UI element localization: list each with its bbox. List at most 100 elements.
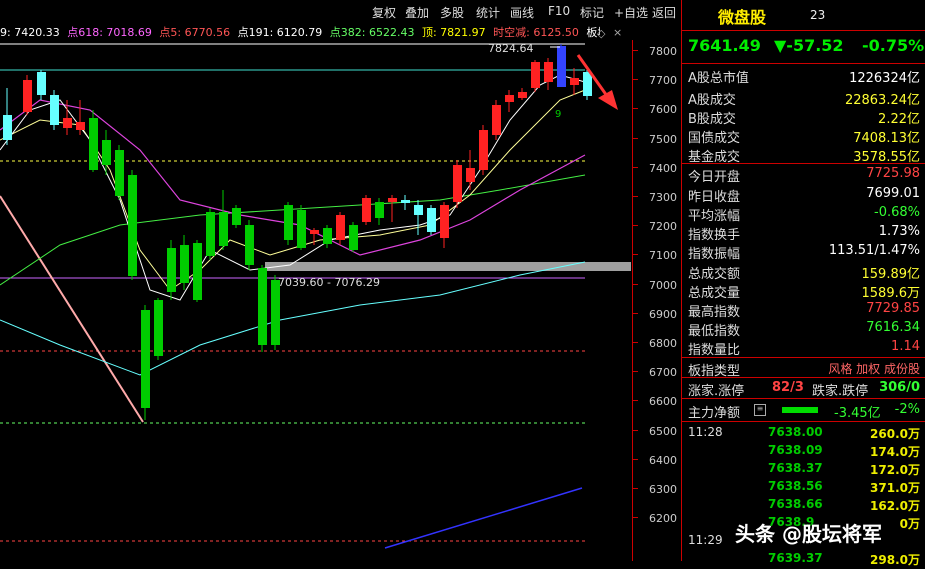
candle-body [362,198,371,222]
stat-value: 22863.24亿 [844,93,920,108]
kline-chart-area[interactable]: 复权 叠加 多股 统计 画线 F10 标记 +自选 返回 9: 7420.33 … [0,0,680,561]
stat-label: 最低指数 [688,324,741,339]
candle-body [50,95,59,125]
stat-value: 7699.01 [866,186,920,201]
candle-body [180,245,189,283]
axis-tick [633,196,638,197]
tick-price: 7638.66 [768,497,823,511]
stat-value: 1589.6万 [861,286,921,301]
stat-row: 总成交量 1589.6万 [688,281,921,301]
candle-body [23,80,32,112]
tick-row: 7638.66 162.0万 [682,497,925,515]
stat-value: 7408.13亿 [853,131,920,146]
candle-body [401,200,410,203]
price-axis-label: 7200 [649,220,677,234]
stat-row: 平均涨幅 -0.68% [688,204,920,224]
tick-price: 7638.56 [768,479,823,493]
decline-value: 306/0 [879,380,920,395]
tick-volume: 174.0万 [870,445,920,459]
candle-body [336,215,345,240]
candle-body [479,130,488,170]
stat-value: 7729.85 [866,301,920,316]
back-button[interactable]: 返回 [652,4,676,21]
net-flow-bar [782,407,818,413]
stat-row: 指数振幅 113.51/1.47% [688,242,920,262]
tick-volume: 298.0万 [870,553,920,567]
candle-body [89,118,98,170]
axis-tick [633,488,638,489]
change-value: ▼-57.52 [774,36,844,55]
candle-body [128,175,137,276]
candle-body [232,208,241,225]
price-axis-label: 7000 [649,278,677,292]
axis-tick [633,517,638,519]
axis-tick [633,137,638,139]
index-name: 微盘股 [718,8,767,27]
tick-row: 7639.37 298.0万 [682,551,925,569]
stat-row: A股成交 22863.24亿 [688,88,920,108]
candlestick-chart: 7824.64 7039.60 - 7076.29 9 [0,42,631,549]
stat-row: 指数量比 1.14 [688,338,920,358]
panel-divider [682,30,925,31]
tick-time: 11:29 [688,533,723,547]
candle-body [310,230,319,234]
candle-body [466,168,475,182]
stat-label: 国债成交 [688,131,741,146]
stat-row: 最高指数 7729.85 [688,300,920,320]
candle-body [76,122,85,130]
tick-volume: 0万 [899,517,920,531]
tick-volume: 260.0万 [870,427,920,441]
price-axis-label: 6800 [649,337,677,350]
stat-row: 指数换手 1.73% [688,223,920,243]
price-axis: 7800 7700 7600 7500 7400 7300 7200 7100 7000 6900… [632,40,681,561]
tick-price: 7638.37 [768,461,823,475]
tick-volume: 371.0万 [870,481,920,495]
candle-body [154,300,163,356]
net-flow-menu-icon[interactable]: ≡ [754,404,766,416]
candle-body [414,205,423,215]
candle-body [505,95,514,102]
stat-value: 7616.34 [866,320,920,335]
advance-decline-row: 涨家.涨停 82/3 跌家.跌停 306/0 [688,379,920,399]
axis-tick [633,50,638,51]
candle-body [63,118,72,128]
change-percent: -0.75% [862,36,925,55]
red-arrow-head-icon [598,90,618,110]
trend-line-down [0,195,144,423]
price-axis-label: 7600 [649,103,677,117]
stat-value: -0.68% [874,205,920,220]
net-flow-row: 主力净额 ≡ -3.45亿 -2% [688,401,920,421]
stat-row: 国债成交 7408.13亿 [688,126,920,146]
board-type-row: 板指类型 风格 加权 成份股 [688,359,920,379]
board-type-tags[interactable]: 风格 加权 成份股 [828,360,920,377]
tick-row: 7638.37 172.0万 [682,461,925,479]
candle-body [518,92,527,98]
stat-label: 平均涨幅 [688,209,741,224]
price-summary: 7641.49 ▼-57.52 -0.75% [682,34,925,60]
stat-label: 最高指数 [688,305,741,320]
stat-value: 113.51/1.47% [828,243,920,258]
tick-row: 7638.56 371.0万 [682,479,925,497]
candle-body [583,72,592,96]
price-axis-label: 6200 [649,512,677,526]
stat-label: A股总市值 [688,71,749,86]
watermark-text: 头条 @股坛将军 [735,522,882,546]
advance-value: 82/3 [772,380,804,395]
price-axis-label: 7700 [649,74,677,88]
price-axis-label: 7800 [649,45,677,58]
price-axis-label: 6400 [649,453,677,467]
axis-tick [633,429,638,431]
candle-body [102,140,111,165]
tick-volume: 162.0万 [870,499,920,513]
tick-volume: 172.0万 [870,463,920,477]
candle-body [115,150,124,196]
tick-time: 11:28 [688,425,723,439]
axis-tick [633,254,638,256]
panel-divider [682,421,925,422]
candle-body [271,280,280,345]
stat-row: 总成交额 159.89亿 [688,262,920,282]
axis-tick [633,225,638,227]
price-axis-label: 6500 [649,424,677,438]
axis-tick [633,371,638,373]
panel-header: 微盘股 23 [682,0,925,30]
